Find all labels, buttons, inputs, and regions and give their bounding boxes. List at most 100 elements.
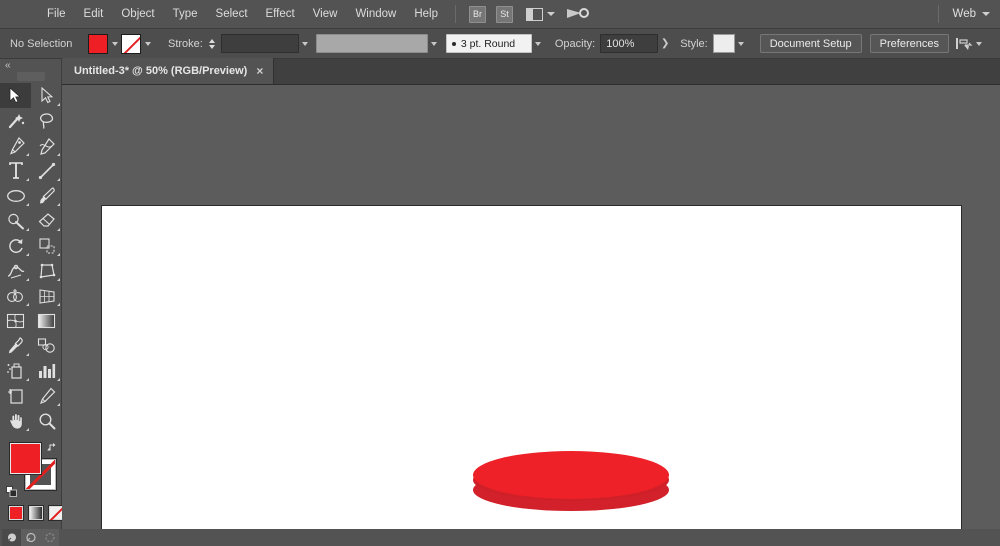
document-tab-bar: Untitled-3* @ 50% (RGB/Preview) × [62, 58, 1000, 85]
rotate-tool[interactable] [0, 233, 31, 258]
stroke-weight-chevron-down-icon[interactable] [299, 34, 312, 54]
menu-item-object[interactable]: Object [112, 3, 163, 25]
align-to-selection-icon[interactable] [955, 36, 973, 52]
flyout-indicator-icon [26, 203, 29, 206]
flyout-indicator-icon [26, 378, 29, 381]
menu-item-effect[interactable]: Effect [257, 3, 304, 25]
workspace-separator [937, 5, 939, 23]
stepper-down-icon [208, 44, 215, 49]
shaper-tool[interactable] [0, 208, 31, 233]
eraser-tool[interactable] [31, 208, 62, 233]
opacity-input[interactable]: 100% [600, 34, 659, 53]
swap-fill-stroke-icon[interactable] [47, 441, 59, 453]
extruded-ellipse-artwork[interactable] [473, 451, 669, 521]
default-fill-stroke-icon[interactable] [6, 486, 17, 497]
tools-panel-collapse[interactable]: « [0, 59, 61, 72]
gradient-tool[interactable] [31, 308, 62, 333]
eyedropper-tool[interactable] [0, 333, 31, 358]
flyout-indicator-icon [57, 403, 60, 406]
menu-bar: File Edit Object Type Select Effect View… [0, 0, 1000, 29]
shape-builder-tool[interactable] [0, 283, 31, 308]
hand-tool[interactable] [0, 408, 31, 433]
paintbrush-tool[interactable] [31, 183, 62, 208]
stroke-profile-select[interactable]: 3 pt. Round [445, 34, 532, 53]
chevron-down-icon[interactable] [982, 12, 990, 16]
perspective-grid-tool[interactable] [31, 283, 62, 308]
slice-tool[interactable] [31, 383, 62, 408]
menu-item-window[interactable]: Window [346, 3, 405, 25]
arrange-documents-icon[interactable] [526, 7, 555, 21]
direct-selection-tool[interactable] [31, 83, 62, 108]
line-segment-tool[interactable] [31, 158, 62, 183]
stroke-weight-input[interactable] [220, 34, 299, 53]
opacity-options-icon[interactable]: ❯ [658, 34, 672, 53]
blend-tool[interactable] [31, 333, 62, 358]
tools-panel: « [0, 59, 64, 546]
app-logo-icon [0, 0, 34, 29]
flyout-indicator-icon [26, 428, 29, 431]
ellipse-tool[interactable] [0, 183, 31, 208]
flyout-indicator-icon [57, 178, 60, 181]
gradient-button[interactable] [28, 505, 44, 521]
fill-color-swatch[interactable] [9, 442, 42, 475]
artboard-tool[interactable] [0, 383, 31, 408]
menu-item-select[interactable]: Select [207, 3, 257, 25]
workspace-switcher-label[interactable]: Web [947, 8, 982, 20]
column-graph-tool[interactable] [31, 358, 62, 383]
draw-inside-button[interactable] [40, 529, 59, 546]
flyout-indicator-icon [57, 253, 60, 256]
color-button[interactable] [8, 505, 24, 521]
mesh-tool[interactable] [0, 308, 31, 333]
menu-item-file[interactable]: File [38, 3, 75, 25]
document-setup-button[interactable]: Document Setup [759, 34, 862, 53]
preferences-button[interactable]: Preferences [869, 34, 949, 53]
stock-button[interactable]: St [496, 5, 513, 23]
stroke-swatch[interactable] [121, 33, 141, 54]
fill-swatch[interactable] [88, 33, 108, 54]
graphic-style-swatch[interactable] [712, 34, 735, 53]
document-tab[interactable]: Untitled-3* @ 50% (RGB/Preview) × [62, 58, 275, 84]
tools-panel-grip[interactable] [16, 72, 45, 81]
adobe-stock-icon[interactable] [567, 6, 589, 22]
free-transform-tool[interactable] [31, 258, 62, 283]
lasso-tool[interactable] [31, 108, 62, 133]
symbol-sprayer-tool[interactable] [0, 358, 31, 383]
flyout-indicator-icon [26, 278, 29, 281]
fill-chevron-down-icon[interactable] [108, 34, 121, 54]
menu-item-edit[interactable]: Edit [75, 3, 113, 25]
menu-item-view[interactable]: View [304, 3, 347, 25]
draw-normal-button[interactable] [2, 529, 21, 546]
flyout-indicator-icon [57, 378, 60, 381]
align-chevron-down-icon[interactable] [973, 34, 986, 54]
variable-width-profile-input[interactable] [315, 34, 428, 53]
stock-ring-glyph [579, 8, 589, 18]
style-chevron-down-icon[interactable] [735, 34, 748, 54]
curvature-tool[interactable] [31, 133, 62, 158]
magic-wand-tool[interactable] [0, 108, 31, 133]
width-tool[interactable] [0, 258, 31, 283]
selection-tool[interactable] [0, 83, 31, 108]
variable-width-chevron-down-icon[interactable] [428, 34, 441, 54]
pen-tool[interactable] [0, 133, 31, 158]
artboard[interactable] [101, 205, 962, 529]
fill-stroke-widget [0, 441, 64, 546]
scale-tool[interactable] [31, 233, 62, 258]
align-glyph [955, 37, 973, 50]
menu-item-type[interactable]: Type [164, 3, 207, 25]
flyout-indicator-icon [26, 303, 29, 306]
stroke-weight-stepper[interactable] [207, 35, 217, 53]
tool-grid [0, 81, 62, 433]
type-tool[interactable] [0, 158, 31, 183]
arrange-glyph [526, 7, 543, 21]
stroke-chevron-down-icon[interactable] [141, 34, 154, 54]
document-tab-title: Untitled-3* @ 50% (RGB/Preview) [74, 65, 248, 77]
draw-behind-button[interactable] [21, 529, 40, 546]
menu-item-help[interactable]: Help [405, 3, 447, 25]
stroke-weight-label: Stroke: [168, 37, 203, 50]
zoom-tool[interactable] [31, 408, 62, 433]
bridge-button[interactable]: Br [469, 5, 486, 23]
flyout-indicator-icon [26, 253, 29, 256]
close-icon[interactable]: × [256, 65, 263, 77]
canvas-area[interactable] [62, 85, 1000, 529]
stroke-profile-chevron-down-icon[interactable] [532, 34, 545, 54]
